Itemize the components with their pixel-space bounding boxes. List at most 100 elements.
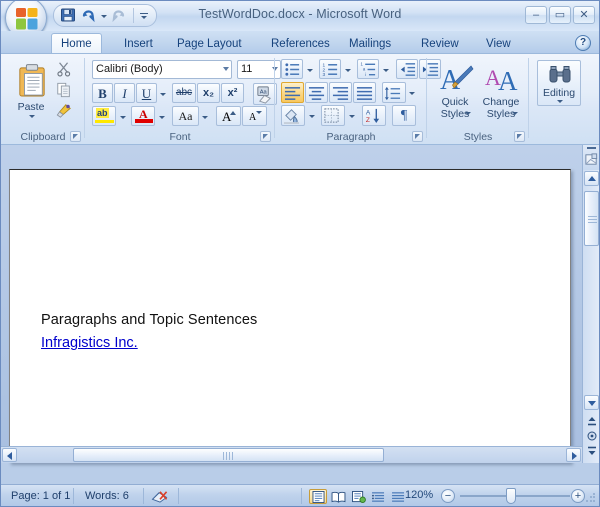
- help-icon[interactable]: ?: [575, 35, 591, 51]
- strikethrough-button[interactable]: abc: [172, 83, 196, 103]
- editing-button[interactable]: Editing: [537, 60, 581, 106]
- align-center-button[interactable]: [305, 82, 328, 103]
- minimize-button[interactable]: –: [525, 6, 547, 24]
- subscript-label: x₂: [198, 84, 219, 102]
- underline-button[interactable]: U: [136, 83, 157, 103]
- zoom-slider-handle[interactable]: [506, 488, 516, 504]
- bold-button[interactable]: B: [92, 83, 113, 103]
- zoom-in-button[interactable]: +: [571, 489, 585, 503]
- zoom-level[interactable]: 120%: [405, 489, 433, 501]
- change-styles-button[interactable]: A A Change Styles: [478, 60, 524, 122]
- document-hyperlink[interactable]: Infragistics Inc.: [41, 335, 138, 351]
- next-page-icon: [586, 445, 598, 457]
- tab-insert[interactable]: Insert: [115, 34, 162, 54]
- scissors-icon: [56, 61, 72, 77]
- quick-styles-button[interactable]: A Quick Styles: [433, 60, 477, 122]
- zoom-out-button[interactable]: −: [441, 489, 455, 503]
- bullets-dropdown-arrow-icon[interactable]: [304, 59, 315, 79]
- paste-button[interactable]: Paste: [11, 60, 51, 122]
- grow-font-button[interactable]: A: [216, 106, 241, 126]
- line-spacing-dropdown-arrow-icon[interactable]: [406, 82, 417, 103]
- next-page-button[interactable]: [585, 445, 598, 458]
- word-count[interactable]: Words: 6: [79, 487, 135, 505]
- svg-text:Aa: Aa: [260, 90, 268, 96]
- font-color-button[interactable]: A: [131, 106, 155, 126]
- numbering-button[interactable]: 123: [319, 59, 341, 79]
- shading-dropdown-arrow-icon[interactable]: [306, 105, 317, 126]
- tab-page-layout[interactable]: Page Layout: [168, 34, 251, 54]
- scroll-down-button[interactable]: [584, 395, 599, 410]
- font-dialog-launcher[interactable]: [260, 131, 271, 142]
- resize-grip[interactable]: [585, 492, 597, 504]
- numbering-dropdown-arrow-icon[interactable]: [342, 59, 353, 79]
- change-styles-dropdown-arrow-icon[interactable]: [512, 112, 518, 115]
- sort-button[interactable]: A Z: [362, 105, 386, 126]
- superscript-label: x²: [222, 84, 243, 102]
- change-case-dropdown-arrow-icon[interactable]: [199, 106, 210, 126]
- document-page[interactable]: Paragraphs and Topic Sentences Infragist…: [9, 169, 571, 463]
- text-highlight-color-button[interactable]: ab: [92, 106, 116, 126]
- styles-dialog-launcher[interactable]: [514, 131, 525, 142]
- scroll-right-button[interactable]: [566, 448, 581, 462]
- tab-mailings[interactable]: Mailings: [340, 34, 400, 54]
- select-browse-object-button[interactable]: [585, 430, 598, 443]
- shading-button[interactable]: [281, 105, 305, 126]
- full-screen-reading-view-button[interactable]: [329, 489, 347, 504]
- shrink-font-button[interactable]: A: [242, 106, 267, 126]
- show-formatting-marks-button[interactable]: ¶: [392, 105, 416, 126]
- justify-button[interactable]: [353, 82, 376, 103]
- bullets-button[interactable]: [281, 59, 303, 79]
- align-left-button[interactable]: [281, 82, 304, 103]
- editing-dropdown-arrow-icon[interactable]: [557, 100, 563, 103]
- decrease-indent-button[interactable]: [396, 59, 418, 79]
- tab-references[interactable]: References: [262, 34, 339, 54]
- vertical-scrollbar[interactable]: [582, 145, 599, 463]
- document-area[interactable]: Paragraphs and Topic Sentences Infragist…: [1, 145, 599, 463]
- document-heading-text[interactable]: Paragraphs and Topic Sentences: [41, 312, 257, 328]
- maximize-button[interactable]: ▭: [549, 6, 571, 24]
- multilevel-list-dropdown-arrow-icon[interactable]: [380, 59, 391, 79]
- web-layout-view-button[interactable]: [349, 489, 367, 504]
- bullets-icon: [284, 61, 301, 78]
- paragraph-group-label: Paragraph: [275, 131, 427, 143]
- format-painter-button[interactable]: [53, 101, 74, 120]
- horizontal-scrollbar[interactable]: [1, 446, 582, 463]
- print-layout-view-button[interactable]: [309, 489, 327, 504]
- svg-text:A: A: [366, 110, 371, 117]
- cut-button[interactable]: [53, 59, 74, 78]
- tab-review[interactable]: Review: [412, 34, 468, 54]
- paste-dropdown-arrow-icon[interactable]: [29, 115, 35, 118]
- highlight-dropdown-arrow-icon[interactable]: [117, 106, 128, 126]
- borders-dropdown-arrow-icon[interactable]: [346, 105, 357, 126]
- page-indicator[interactable]: Page: 1 of 1: [5, 487, 76, 505]
- font-color-dropdown-arrow-icon[interactable]: [156, 106, 167, 126]
- italic-button[interactable]: I: [114, 83, 135, 103]
- borders-button[interactable]: [321, 105, 345, 126]
- horizontal-scroll-thumb[interactable]: [73, 448, 384, 462]
- align-right-button[interactable]: [329, 82, 352, 103]
- scroll-left-button[interactable]: [2, 448, 17, 462]
- line-spacing-button[interactable]: [382, 82, 406, 103]
- bold-label: B: [93, 84, 112, 102]
- quick-styles-dropdown-arrow-icon[interactable]: [465, 112, 471, 115]
- proofing-errors-icon[interactable]: [151, 489, 169, 504]
- tab-home[interactable]: Home: [51, 33, 102, 54]
- superscript-button[interactable]: x²: [221, 83, 244, 103]
- scroll-up-button[interactable]: [584, 171, 599, 186]
- underline-dropdown-arrow-icon[interactable]: [157, 83, 168, 103]
- vertical-scroll-thumb[interactable]: [584, 191, 599, 246]
- clipboard-dialog-launcher[interactable]: [70, 131, 81, 142]
- copy-icon: [56, 82, 72, 98]
- paragraph-dialog-launcher[interactable]: [412, 131, 423, 142]
- font-name-combo[interactable]: Calibri (Body): [92, 60, 232, 79]
- copy-button[interactable]: [53, 80, 74, 99]
- multilevel-list-button[interactable]: 1ai: [357, 59, 379, 79]
- minimize-label: –: [526, 7, 546, 23]
- split-box[interactable]: [583, 145, 600, 170]
- previous-page-button[interactable]: [585, 415, 598, 428]
- close-button[interactable]: ✕: [573, 6, 595, 24]
- subscript-button[interactable]: x₂: [197, 83, 220, 103]
- tab-view[interactable]: View: [477, 34, 520, 54]
- outline-view-button[interactable]: [369, 489, 387, 504]
- change-case-button[interactable]: Aa: [172, 106, 199, 126]
